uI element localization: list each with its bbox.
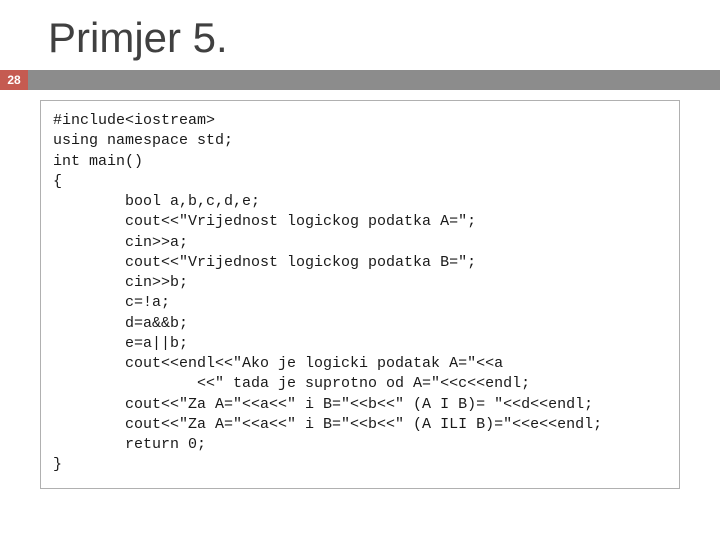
slide-number-badge: 28 [0, 70, 28, 90]
slide: Primjer 5. 28 #include<iostream> using n… [0, 0, 720, 540]
code-block: #include<iostream> using namespace std; … [40, 100, 680, 489]
accent-bar: 28 [0, 70, 720, 90]
slide-title: Primjer 5. [0, 0, 720, 70]
